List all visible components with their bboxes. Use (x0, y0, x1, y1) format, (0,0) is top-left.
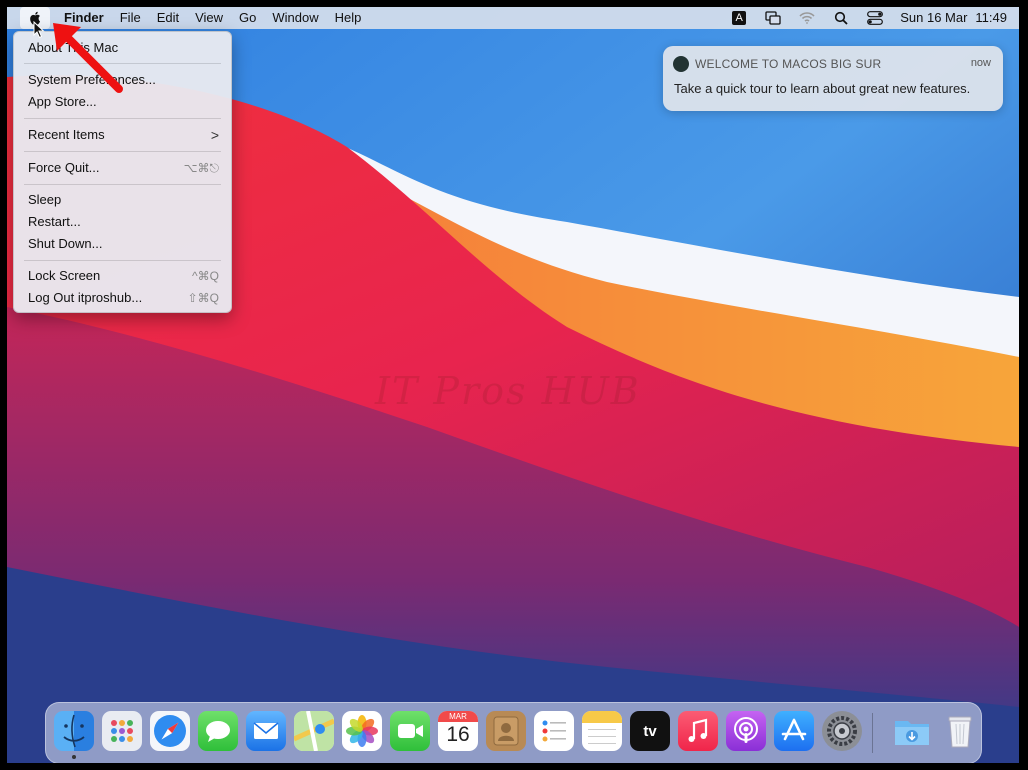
apple-tv-label: tv (643, 722, 657, 740)
menu-edit[interactable]: Edit (149, 7, 187, 29)
photos-icon (346, 715, 378, 747)
menu-window[interactable]: Window (264, 7, 326, 29)
apple-tv-icon: tv (643, 723, 656, 740)
podcasts-icon (734, 717, 758, 743)
running-indicator (72, 755, 76, 759)
menu-go[interactable]: Go (231, 7, 264, 29)
menu-item-force-quit[interactable]: Force Quit... ⌥⌘⎋ (28, 158, 219, 178)
menu-item-restart[interactable]: Restart... (28, 212, 219, 232)
shortcut-label: ⇧⌘Q (187, 291, 219, 305)
clock-date[interactable]: Sun 16 Mar (892, 7, 971, 29)
dock-photos[interactable] (342, 711, 382, 751)
dock-separator (872, 713, 873, 753)
contacts-icon (493, 716, 519, 746)
dock-maps[interactable] (294, 711, 334, 751)
desktop: IT Pros HUB Finder File Edit View Go Win… (7, 7, 1019, 763)
maps-icon (294, 711, 334, 751)
search-icon (835, 11, 848, 25)
notification-time: now (970, 57, 991, 69)
dock-app-store[interactable] (774, 711, 814, 751)
calendar-day: 16 (446, 723, 470, 746)
menu-item-label: Recent Items (28, 127, 105, 142)
dock-notes[interactable] (582, 711, 622, 751)
menu-separator (24, 151, 221, 152)
facetime-icon (398, 724, 423, 738)
control-center-icon (867, 11, 884, 25)
menu-separator (24, 260, 221, 261)
launchpad-icon (111, 720, 133, 742)
dock-contacts[interactable] (486, 711, 526, 751)
menu-item-label: Restart... (28, 214, 81, 229)
menu-view[interactable]: View (187, 7, 231, 29)
control-center-button[interactable] (862, 7, 888, 29)
dock-system-preferences[interactable] (822, 711, 862, 751)
menu-help[interactable]: Help (327, 7, 370, 29)
menu-bar: Finder File Edit View Go Window Help A S… (7, 7, 1019, 29)
spotlight-button[interactable] (828, 7, 854, 29)
input-source-button[interactable]: A (726, 7, 752, 29)
music-icon (688, 718, 708, 742)
menu-item-label: Lock Screen (28, 268, 101, 283)
system-preferences-icon (827, 716, 857, 746)
menu-item-shut-down[interactable]: Shut Down... (28, 234, 219, 254)
dock-trash[interactable] (940, 711, 980, 751)
dock: MAR 16 tv (45, 702, 982, 763)
dock-music[interactable] (678, 711, 718, 751)
dock-reminders[interactable] (534, 711, 574, 751)
dock-calendar[interactable]: MAR 16 (438, 711, 478, 751)
menu-item-label: Sleep (28, 192, 62, 207)
dock-downloads-folder[interactable] (892, 711, 932, 751)
reminders-icon (542, 720, 566, 742)
dock-messages[interactable] (198, 711, 238, 751)
wifi-icon (799, 12, 815, 24)
mail-icon (253, 722, 279, 739)
dock-facetime[interactable] (390, 711, 430, 751)
menu-item-lock-screen[interactable]: Lock Screen ^⌘Q (28, 266, 219, 286)
menu-item-sleep[interactable]: Sleep (28, 190, 219, 210)
clock-time[interactable]: 11:49 (971, 7, 1019, 29)
shortcut-label: ⌥⌘⎋ (183, 161, 219, 175)
menu-separator (24, 118, 221, 119)
menu-item-label: Log Out itproshub... (28, 290, 143, 305)
screen-mirroring-button[interactable] (760, 7, 786, 29)
wifi-button[interactable] (794, 7, 820, 29)
notification-body: Take a quick tour to learn about great n… (674, 81, 971, 96)
dock-finder[interactable] (54, 711, 94, 751)
finder-icon (63, 714, 85, 748)
red-arrow-annotation (53, 23, 123, 93)
watermark-text: IT Pros HUB (375, 369, 641, 413)
dock-safari[interactable] (150, 711, 190, 751)
tips-app-icon (673, 56, 689, 72)
safari-icon (154, 715, 186, 747)
notification-banner[interactable]: WELCOME TO MACOS BIG SUR now Take a quic… (663, 46, 1003, 111)
menu-separator (24, 184, 221, 185)
menu-item-label: Force Quit... (28, 160, 100, 175)
dock-mail[interactable] (246, 711, 286, 751)
shortcut-label: ^⌘Q (192, 269, 219, 283)
dock-apple-tv[interactable]: tv (630, 711, 670, 751)
menu-item-log-out[interactable]: Log Out itproshub... ⇧⌘Q (28, 288, 219, 308)
dock-launchpad[interactable] (102, 711, 142, 751)
app-store-icon (781, 718, 807, 741)
mouse-cursor-icon (33, 21, 45, 39)
downloads-folder-icon (895, 721, 929, 745)
calendar-month: MAR (438, 711, 478, 722)
menu-item-recent-items[interactable]: Recent Items > (28, 125, 219, 145)
chevron-right-icon: > (210, 127, 219, 143)
screen-mirroring-icon (765, 11, 781, 25)
trash-icon (948, 716, 972, 748)
menu-item-label: Shut Down... (28, 236, 103, 251)
input-source-icon: A (732, 11, 747, 25)
notification-title: WELCOME TO MACOS BIG SUR (695, 57, 882, 71)
messages-icon (206, 721, 230, 742)
dock-podcasts[interactable] (726, 711, 766, 751)
notes-icon (582, 711, 622, 744)
